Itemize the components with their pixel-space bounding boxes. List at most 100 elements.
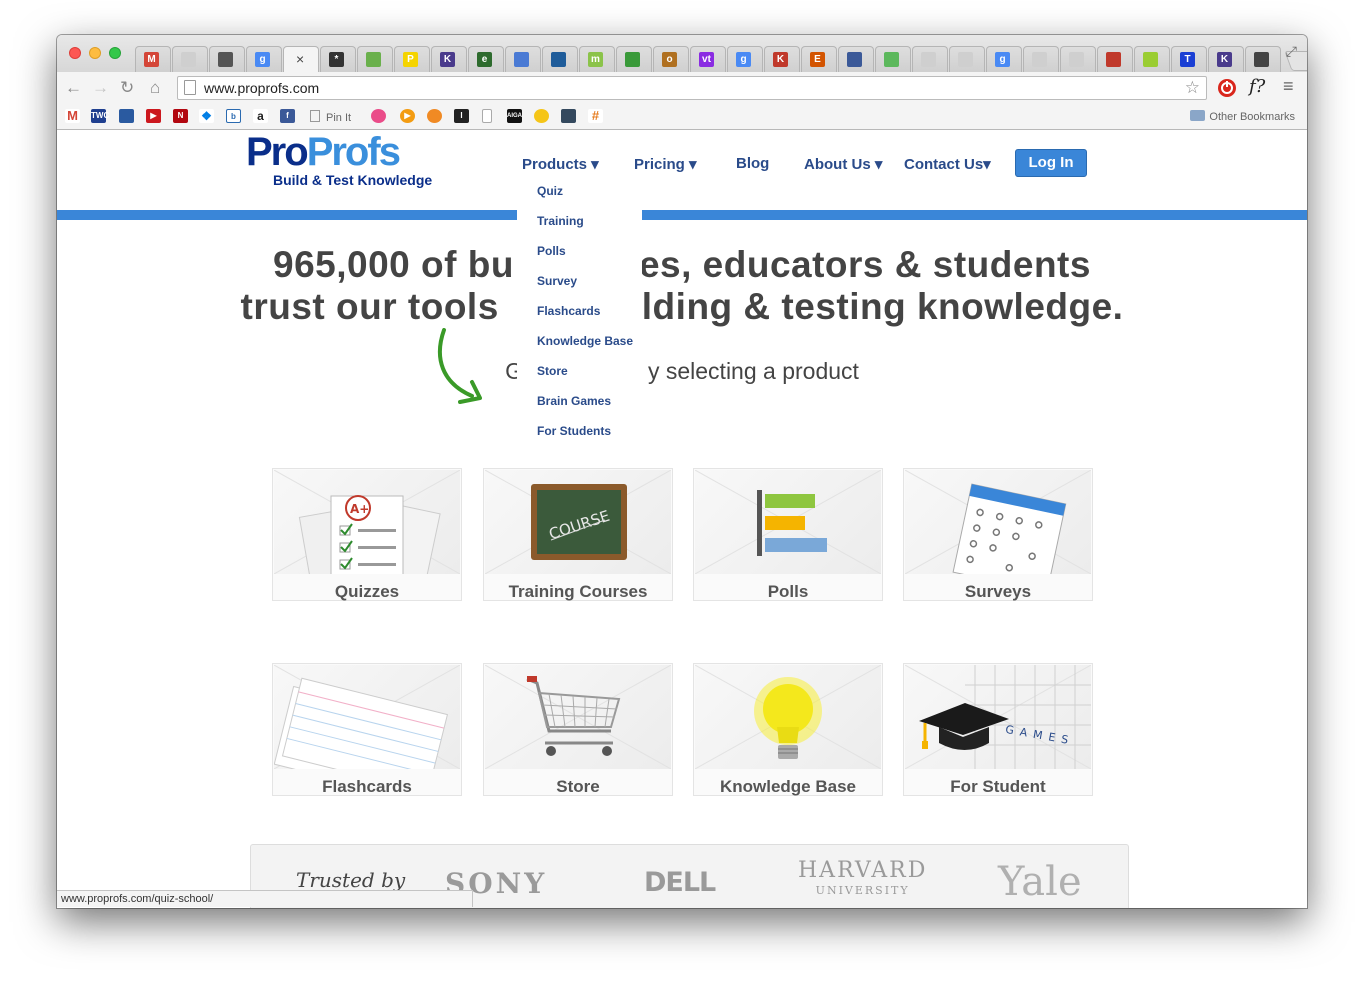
- grid-bookmark-icon[interactable]: [561, 109, 576, 123]
- dropdown-item-store[interactable]: Store: [537, 364, 568, 378]
- facebook-bookmark-icon[interactable]: f: [280, 109, 295, 123]
- nav-contact[interactable]: Contact Us▾: [904, 155, 991, 173]
- subline-right: y selecting a product: [647, 358, 859, 384]
- dropdown-item-flashcards[interactable]: Flashcards: [537, 304, 600, 318]
- zoom-window-button[interactable]: [109, 47, 121, 59]
- font-finder-icon[interactable]: f?: [1249, 76, 1265, 97]
- back-button[interactable]: ←: [65, 78, 82, 98]
- browser-tab[interactable]: [1245, 46, 1281, 73]
- product-card-quizzes[interactable]: A+ Quizzes: [272, 468, 462, 601]
- browser-tab[interactable]: vt: [690, 46, 726, 73]
- bookmark-star-icon[interactable]: ☆: [1185, 78, 1200, 98]
- youtube-bookmark-icon[interactable]: ▶: [146, 109, 161, 123]
- login-button[interactable]: Log In: [1015, 149, 1087, 177]
- nav-products[interactable]: Products ▾: [522, 155, 599, 173]
- close-window-button[interactable]: [69, 47, 81, 59]
- browser-tab[interactable]: [1023, 46, 1059, 73]
- browser-tab[interactable]: g: [986, 46, 1022, 73]
- card-label: Flashcards: [322, 777, 412, 796]
- proprofs-logo[interactable]: ProProfs Build & Test Knowledge: [246, 132, 432, 188]
- page-bookmark-icon[interactable]: [482, 109, 492, 123]
- weather-bookmark-icon[interactable]: [119, 109, 134, 123]
- product-card-surveys[interactable]: Surveys: [903, 468, 1093, 601]
- browser-tab[interactable]: g: [727, 46, 763, 73]
- browser-tab[interactable]: e: [468, 46, 504, 73]
- nav-pricing[interactable]: Pricing ▾: [634, 155, 697, 173]
- browser-tab[interactable]: [949, 46, 985, 73]
- browser-tab[interactable]: [616, 46, 652, 73]
- chalkboard-icon: COURSE: [485, 470, 671, 574]
- browser-tab[interactable]: [209, 46, 245, 73]
- adblock-icon[interactable]: [1217, 78, 1237, 98]
- product-card-knowledge-base[interactable]: Knowledge Base: [693, 663, 883, 796]
- dropdown-item-brain-games[interactable]: Brain Games: [537, 394, 611, 408]
- url-text[interactable]: www.proprofs.com: [204, 80, 319, 96]
- browser-tab[interactable]: K: [764, 46, 800, 73]
- browser-tab[interactable]: [875, 46, 911, 73]
- browser-tab[interactable]: M: [135, 46, 171, 73]
- product-card-for-student[interactable]: GAMES For Student: [903, 663, 1093, 796]
- harvard-university: UNIVERSITY: [815, 884, 910, 897]
- dropbox-bookmark-icon[interactable]: ❖: [199, 109, 214, 123]
- product-card-polls[interactable]: Polls: [693, 468, 883, 601]
- browser-tab[interactable]: T: [1171, 46, 1207, 73]
- hash-bookmark-icon[interactable]: #: [588, 109, 603, 123]
- product-card-flashcards[interactable]: Flashcards: [272, 663, 462, 796]
- other-bookmarks-label: Other Bookmarks: [1209, 111, 1295, 123]
- browser-tab[interactable]: [542, 46, 578, 73]
- pin-it-bookmark[interactable]: Pin It: [310, 110, 351, 124]
- nav-blog[interactable]: Blog: [736, 155, 769, 172]
- i-bookmark-icon[interactable]: I: [454, 109, 469, 123]
- dropdown-item-training[interactable]: Training: [537, 214, 584, 228]
- dropdown-item-polls[interactable]: Polls: [537, 244, 566, 258]
- browser-tab[interactable]: [172, 46, 208, 73]
- browser-tab[interactable]: [1134, 46, 1170, 73]
- aiga-bookmark-icon[interactable]: AIGA: [507, 109, 522, 123]
- vt-icon: vt: [699, 52, 714, 67]
- doc-icon: [514, 52, 529, 67]
- dropdown-item-knowledge-base[interactable]: Knowledge Base: [537, 334, 633, 348]
- gmail-bookmark-icon[interactable]: M: [65, 109, 80, 123]
- forward-button[interactable]: →: [92, 78, 109, 98]
- dropdown-item-for-students[interactable]: For Students: [537, 424, 611, 438]
- sun-bookmark-icon[interactable]: [534, 109, 549, 123]
- play-bookmark-icon[interactable]: ▶: [400, 109, 415, 123]
- browser-tab[interactable]: o: [653, 46, 689, 73]
- wave-icon: [551, 52, 566, 67]
- dropdown-item-quiz[interactable]: Quiz: [537, 184, 563, 198]
- browser-tab[interactable]: K: [1208, 46, 1244, 73]
- dropdown-item-survey[interactable]: Survey: [537, 274, 577, 288]
- browser-tab[interactable]: g: [246, 46, 282, 73]
- other-bookmarks[interactable]: Other Bookmarks: [1190, 110, 1295, 123]
- minimize-window-button[interactable]: [89, 47, 101, 59]
- orange-circle-bookmark-icon[interactable]: [427, 109, 442, 123]
- browser-tab[interactable]: ×: [283, 46, 319, 73]
- home-button[interactable]: ⌂: [150, 78, 160, 98]
- browser-tab[interactable]: [505, 46, 541, 73]
- browser-tab[interactable]: [912, 46, 948, 73]
- product-card-store[interactable]: Store: [483, 663, 673, 796]
- menu-icon[interactable]: ≡: [1283, 76, 1294, 97]
- netflix-bookmark-icon[interactable]: N: [173, 109, 188, 123]
- browser-tab[interactable]: P: [394, 46, 430, 73]
- browser-tab[interactable]: m: [579, 46, 615, 73]
- browser-tab[interactable]: [357, 46, 393, 73]
- browser-tab[interactable]: K: [431, 46, 467, 73]
- svg-text:A+: A+: [350, 502, 369, 516]
- dell-logo: DELL: [644, 867, 716, 898]
- product-card-training-courses[interactable]: COURSE Training Courses: [483, 468, 673, 601]
- browser-tab[interactable]: [838, 46, 874, 73]
- twc-bookmark-icon[interactable]: TWC: [91, 109, 109, 123]
- address-bar[interactable]: www.proprofs.com ☆: [177, 76, 1207, 100]
- browser-tab[interactable]: E: [801, 46, 837, 73]
- close-icon[interactable]: ×: [296, 51, 304, 67]
- fullscreen-icon[interactable]: ⤢: [1286, 43, 1297, 60]
- browser-tab[interactable]: *: [320, 46, 356, 73]
- nav-about[interactable]: About Us ▾: [804, 155, 882, 173]
- dribbble-bookmark-icon[interactable]: [371, 109, 386, 123]
- b-bookmark-icon[interactable]: b: [226, 109, 241, 123]
- browser-tab[interactable]: [1060, 46, 1096, 73]
- browser-tab[interactable]: [1097, 46, 1133, 73]
- amazon-bookmark-icon[interactable]: a: [253, 109, 268, 123]
- reload-button[interactable]: ↻: [120, 78, 134, 98]
